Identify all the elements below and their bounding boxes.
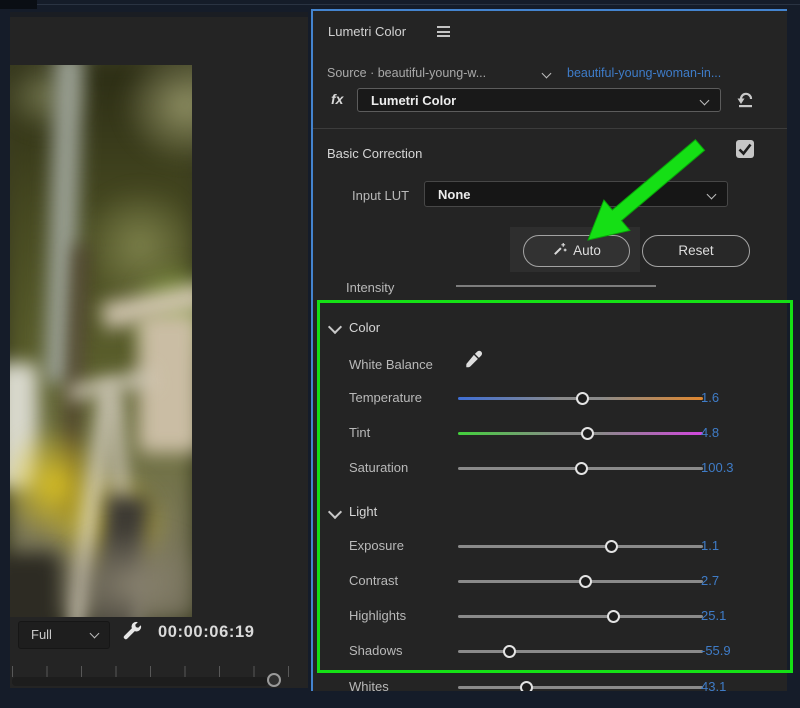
reset-button[interactable]: Reset	[642, 235, 750, 267]
auto-button[interactable]: Auto	[523, 235, 630, 267]
chevron-down-icon	[707, 190, 717, 200]
fx-icon: fx	[331, 91, 343, 107]
whites-value[interactable]: 43.1	[701, 679, 745, 691]
window-divider	[0, 4, 800, 5]
reset-circular-arrow-icon	[735, 88, 757, 110]
monitor-zoom-select[interactable]: Full	[18, 621, 110, 649]
effect-select[interactable]: Lumetri Color	[357, 88, 721, 112]
app-window: Full 00:00:06:19 Lumetri Color Source · …	[0, 0, 800, 708]
source-chevron-down-icon[interactable]	[542, 69, 552, 79]
input-lut-label: Input LUT	[352, 188, 409, 203]
slider-handle[interactable]	[520, 681, 533, 691]
hamburger-icon	[437, 26, 450, 28]
chevron-down-icon	[90, 629, 100, 639]
panel-title: Lumetri Color	[328, 24, 406, 39]
monitor-settings-button[interactable]	[120, 620, 146, 646]
basic-correction-checkbox[interactable]	[736, 140, 754, 158]
auto-button-label: Auto	[573, 243, 601, 258]
intensity-label: Intensity	[346, 280, 394, 295]
scrollbar-knob[interactable]	[267, 673, 281, 687]
effect-select-value: Lumetri Color	[371, 93, 456, 108]
wrench-icon	[120, 620, 144, 644]
chevron-down-icon	[700, 96, 710, 106]
reset-button-label: Reset	[678, 243, 713, 258]
input-lut-select[interactable]: None	[424, 181, 728, 207]
whites-slider[interactable]	[458, 686, 703, 689]
check-icon	[736, 140, 754, 158]
program-monitor-panel: Full 00:00:06:19	[10, 12, 308, 688]
monitor-zoom-value: Full	[31, 627, 52, 642]
monitor-scrollbar[interactable]	[12, 677, 268, 686]
source-clip-link[interactable]: beautiful-young-woman-in...	[567, 66, 787, 80]
annotation-highlight-rectangle	[317, 300, 793, 673]
basic-correction-title: Basic Correction	[327, 146, 422, 161]
input-lut-value: None	[438, 187, 471, 202]
whites-label: Whites	[349, 679, 389, 691]
timeline-ruler[interactable]	[12, 666, 300, 677]
magic-wand-icon	[552, 242, 567, 257]
source-label: Source · beautiful-young-w...	[327, 66, 486, 80]
video-preview	[10, 65, 192, 617]
reset-effect-button[interactable]	[735, 88, 759, 112]
window-corner	[0, 0, 37, 9]
intensity-slider[interactable]	[456, 285, 656, 287]
timecode-display[interactable]: 00:00:06:19	[158, 623, 255, 642]
panel-menu-button[interactable]	[437, 26, 450, 40]
panel-separator	[313, 128, 787, 129]
slider-row-whites: Whites 43.1	[313, 678, 763, 691]
monitor-top-edge	[10, 12, 308, 17]
